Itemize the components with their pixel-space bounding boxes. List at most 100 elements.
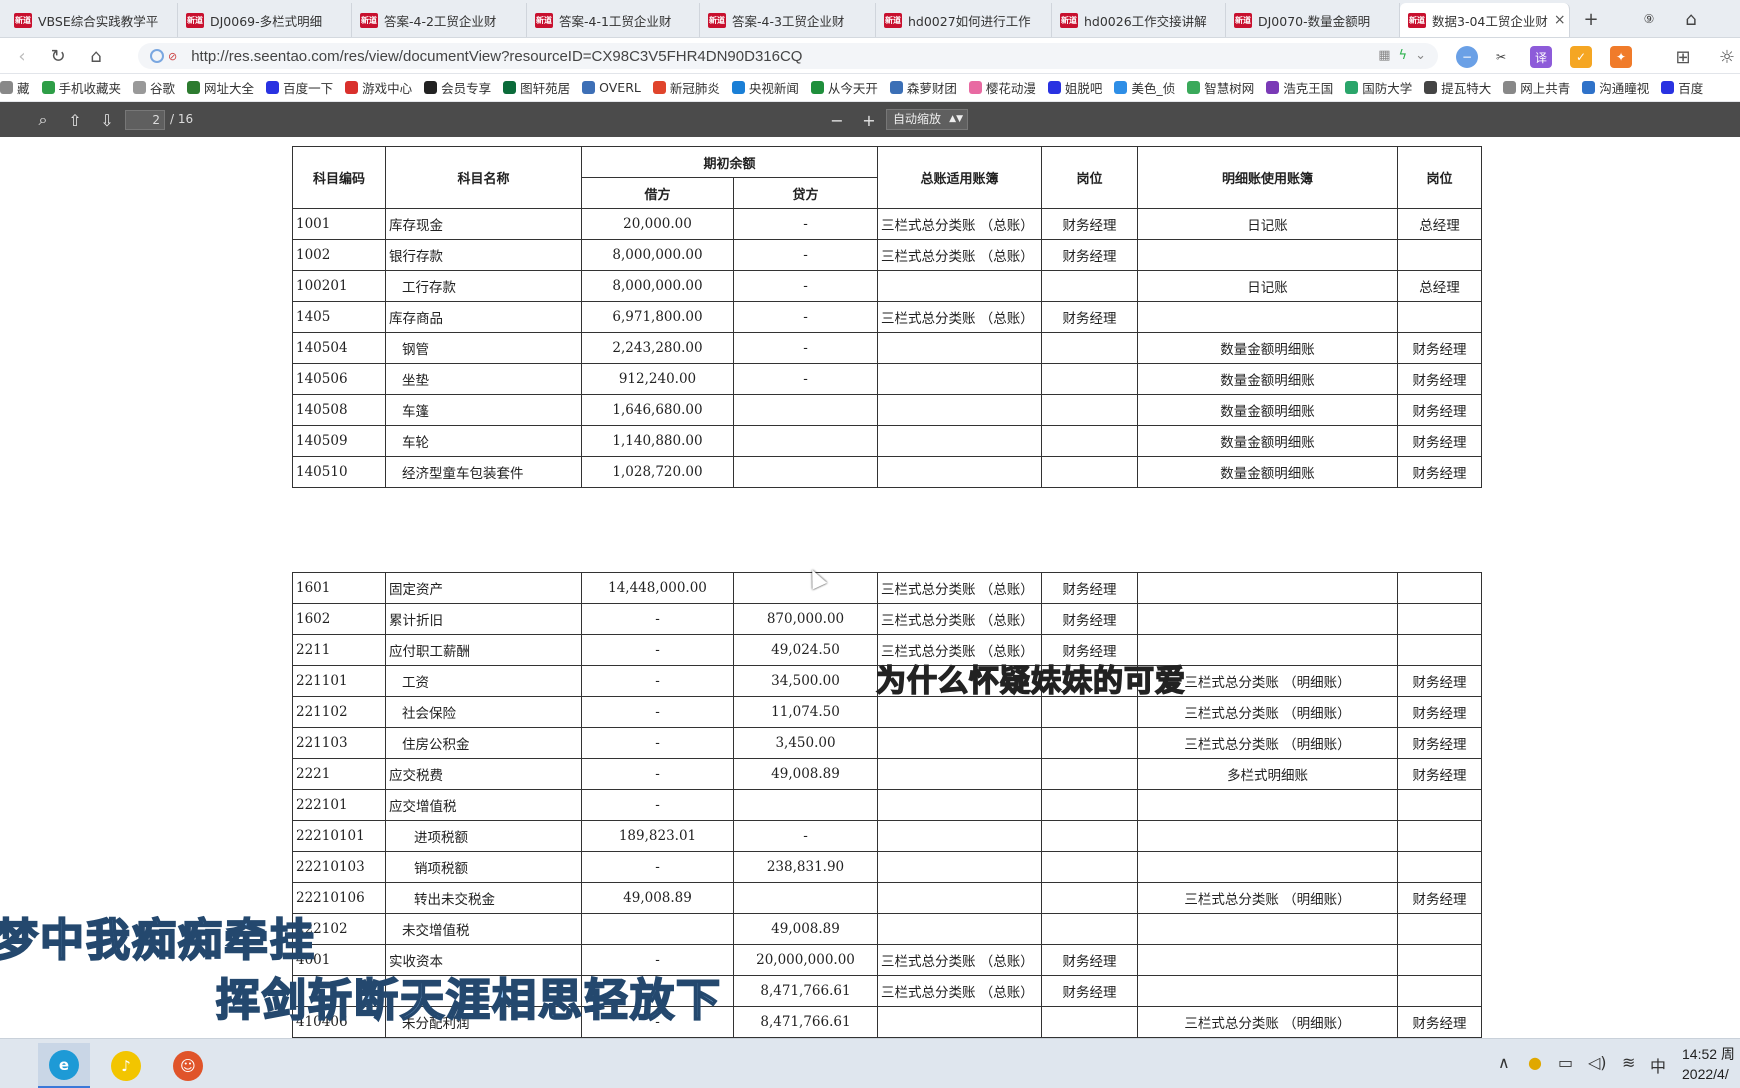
cell-post: 财务经理: [1397, 394, 1482, 426]
close-tab-icon[interactable]: ×: [1554, 12, 1566, 28]
bookmark-item[interactable]: 手机收藏夹: [41, 78, 121, 97]
bookmark-item[interactable]: 会员专享: [424, 78, 491, 97]
page-number-input[interactable]: 2: [125, 110, 165, 130]
previous-page-icon[interactable]: ⇧: [64, 109, 86, 131]
cell-post: [1397, 820, 1482, 852]
bookmark-item[interactable]: 森萝财团: [889, 78, 957, 97]
settings-icon[interactable]: ☼: [1716, 46, 1738, 68]
next-page-icon[interactable]: ⇩: [96, 109, 118, 131]
bookmark-item[interactable]: 姐脱吧: [1047, 78, 1102, 97]
search-icon[interactable]: ⌕: [32, 109, 54, 131]
browser-tab[interactable]: 新道 DJ0070-数量金额明: [1226, 3, 1400, 37]
browser-tab[interactable]: 新道 DJ0069-多栏式明细: [178, 3, 352, 37]
taskbar-app[interactable]: e: [38, 1043, 90, 1088]
cell-subledger-book: [1137, 944, 1398, 976]
shield-icon[interactable]: ✓: [1570, 46, 1592, 68]
cell-debit: 1,140,880.00: [581, 425, 734, 457]
cell-code: 1001: [292, 208, 386, 240]
bookmark-label: 百度: [1678, 81, 1704, 96]
bookmark-item[interactable]: 智慧树网: [1187, 78, 1254, 97]
taskbar-app[interactable]: ♪: [100, 1043, 152, 1088]
browser-tab[interactable]: 新道 数据3-04工贸企业财 ×: [1400, 3, 1570, 37]
address-bar[interactable]: ⊘ http://res.seentao.com/res/view/docume…: [138, 43, 1438, 69]
qr-code-icon[interactable]: ▦: [1378, 48, 1390, 63]
cell-subledger-book: [1137, 820, 1398, 852]
browser-tab[interactable]: 新道 答案-4-1工贸企业财: [527, 3, 700, 37]
page-total: / 16: [170, 112, 194, 126]
chevron-down-icon[interactable]: ⌄: [1415, 48, 1426, 63]
zoom-select[interactable]: 自动缩放 ▲▼: [886, 109, 968, 130]
cell-post: [1397, 603, 1482, 635]
cell-gl-book: [877, 789, 1042, 821]
bookmark-item[interactable]: 浩克王国: [1266, 78, 1333, 97]
translate-icon[interactable]: 译: [1530, 46, 1552, 68]
url-text[interactable]: http://res.seentao.com/res/view/document…: [191, 48, 802, 65]
apps-grid-icon[interactable]: ⊞: [1672, 46, 1694, 68]
cell-post: [1397, 913, 1482, 945]
game-app-icon: ☺: [173, 1051, 203, 1081]
shirt-skin-icon[interactable]: ⌂: [1678, 6, 1704, 32]
browser-tab[interactable]: 新道 VBSE综合实践教学平: [6, 3, 178, 37]
cell-debit: 912,240.00: [581, 363, 734, 395]
bookmark-item[interactable]: 百度一下: [266, 78, 333, 97]
cell-code: 221102: [292, 696, 386, 728]
bookmark-item[interactable]: 图轩苑居: [503, 78, 570, 97]
bookmark-item[interactable]: 网上共青: [1503, 78, 1570, 97]
browser-tab[interactable]: 新道 hd0026工作交接讲解: [1052, 3, 1226, 37]
new-tab-icon[interactable]: +: [1578, 6, 1604, 32]
bookmark-item[interactable]: 沟通瞳视: [1582, 78, 1649, 97]
bookmark-item[interactable]: 藏: [0, 78, 30, 97]
scissors-icon[interactable]: ✂: [1490, 46, 1512, 68]
table-row: 1405 库存商品 6,971,800.00- 三栏式总分类账 （总账） 财务经理: [292, 301, 1482, 333]
bookmark-item[interactable]: 国防大学: [1345, 78, 1412, 97]
speed-mode-icon[interactable]: ϟ: [1399, 48, 1408, 63]
table-row: 222102 未交增值税 49,008.89: [292, 913, 1482, 945]
bookmark-item[interactable]: 提瓦特大: [1424, 78, 1491, 97]
browser-tab[interactable]: 新道 hd0027如何进行工作: [876, 3, 1052, 37]
back-icon[interactable]: ‹: [8, 42, 36, 70]
table-row: 221102 社会保险 -11,074.50 三栏式总分类账 （明细账） 财务经理: [292, 696, 1482, 728]
bookmarks-bar: 藏 手机收藏夹 谷歌 网址大全 百度一下 游戏中心 会员专享 图轩苑居 OVERL 新冠肺炎 央视新…: [0, 74, 1740, 102]
home-icon[interactable]: ⌂: [82, 42, 110, 70]
bookmark-item[interactable]: 谷歌: [133, 78, 175, 97]
volume-icon[interactable]: ◁): [1588, 1053, 1607, 1072]
bookmark-item[interactable]: 从今天开: [810, 78, 878, 97]
taskbar-app[interactable]: ☺: [162, 1043, 214, 1088]
site-info-icon[interactable]: [150, 49, 164, 63]
bookmark-item[interactable]: OVERL: [582, 80, 641, 95]
tab-counter-icon[interactable]: ⑨: [1636, 6, 1662, 32]
zoom-in-icon[interactable]: +: [858, 109, 880, 131]
bookmark-item[interactable]: 网址大全: [187, 78, 254, 97]
pdf-document-view[interactable]: 科目编码 科目名称 期初余额 总账适用账簿 岗位 明细账使用账簿 岗位 借方 贷…: [0, 137, 1740, 1038]
cell-code: 140509: [292, 425, 386, 457]
chevron-up-icon[interactable]: ∧: [1498, 1053, 1510, 1072]
cell-gl-book: [877, 758, 1042, 790]
cell-credit: 3,450.00: [733, 727, 878, 759]
game-icon[interactable]: ✦: [1610, 46, 1632, 68]
browser-tab[interactable]: 新道 答案-4-3工贸企业财: [700, 3, 876, 37]
tab-favicon-icon: 新道: [1060, 12, 1078, 28]
bookmark-item[interactable]: 樱花动漫: [968, 78, 1036, 97]
reload-icon[interactable]: ↻: [44, 42, 72, 70]
table-row: 1601 固定资产 14,448,000.00 三栏式总分类账 （总账） 财务经理: [292, 572, 1482, 604]
browser-tab[interactable]: 新道 答案-4-2工贸企业财: [352, 3, 527, 37]
bookmark-item[interactable]: 百度: [1661, 78, 1703, 97]
minus-circle-icon[interactable]: −: [1456, 46, 1478, 68]
battery-icon[interactable]: ▭: [1558, 1053, 1573, 1072]
security-warning-icon[interactable]: ⊘: [168, 50, 177, 63]
bookmark-item[interactable]: 央视新闻: [731, 78, 799, 97]
bookmark-item[interactable]: 美色_侦: [1114, 78, 1175, 97]
cell-post: 财务经理: [1041, 944, 1138, 976]
cell-name: 库存商品: [385, 301, 582, 333]
ime-indicator[interactable]: 中: [1650, 1053, 1666, 1077]
tab-title: DJ0069-多栏式明细: [210, 13, 323, 29]
cell-post: [1041, 882, 1138, 914]
zoom-out-icon[interactable]: −: [826, 109, 848, 131]
system-clock[interactable]: 14:52 周 2022/4/: [1682, 1044, 1735, 1084]
wifi-icon[interactable]: ≋: [1622, 1053, 1635, 1072]
bookmark-item[interactable]: 新冠肺炎: [652, 78, 720, 97]
bookmark-item[interactable]: 游戏中心: [345, 78, 412, 97]
qq-music-tray-icon[interactable]: ●: [1528, 1053, 1542, 1072]
tab-favicon-icon: 新道: [708, 12, 726, 28]
windows-taskbar: e ♪ ☺ ∧ ● ▭ ◁) ≋ 中 14:52 周 2022/4/: [0, 1038, 1740, 1088]
